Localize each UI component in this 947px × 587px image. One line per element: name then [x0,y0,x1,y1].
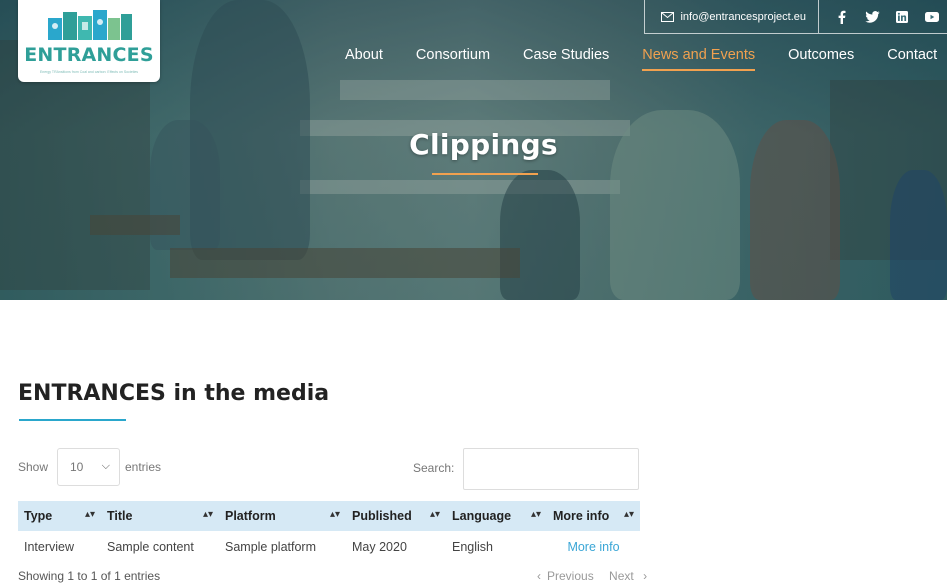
sort-icon: ▴▾ [329,509,340,520]
sort-icon: ▴▾ [202,509,213,520]
title-underline [432,173,538,175]
more-info-link[interactable]: More info [567,540,619,554]
table-info: Showing 1 to 1 of 1 entries [18,569,161,583]
sort-icon: ▴▾ [530,509,541,520]
search-input[interactable] [463,448,639,490]
cell-language: English [452,540,493,554]
nav-contact[interactable]: Contact [887,47,937,71]
top-bar: info@entrancesproject.eu [644,0,947,34]
column-header-language[interactable]: Language ▴▾ [446,501,547,531]
hero-banner: ENTRANCES Energy TRAnsitions from Coal a… [0,0,947,300]
pagination: ‹ Previous Next › [537,569,659,583]
nav-consortium[interactable]: Consortium [416,47,490,71]
media-table: Type ▴▾ Title ▴▾ Platform ▴▾ Published ▴▾ La… [18,501,640,563]
sort-icon: ▴▾ [429,509,440,520]
site-logo[interactable]: ENTRANCES Energy TRAnsitions from Coal a… [18,0,160,82]
table-row: Interview Sample content Sample platform… [18,531,640,563]
column-header-type[interactable]: Type ▴▾ [18,501,101,531]
social-links [819,0,947,33]
sort-icon: ▴▾ [84,509,95,520]
logo-buildings-icon [48,10,132,40]
nav-news-and-events[interactable]: News and Events [642,47,755,71]
twitter-icon[interactable] [857,0,887,33]
column-header-published[interactable]: Published ▴▾ [346,501,446,531]
main-nav: About Consortium Case Studies News and E… [345,47,947,71]
section-underline [19,419,126,421]
show-label: Show [18,460,49,474]
column-header-more-info[interactable]: More info ▴▾ [547,501,640,531]
email-text: info@entrancesproject.eu [680,10,806,23]
nav-case-studies[interactable]: Case Studies [523,47,609,71]
logo-text: ENTRANCES [24,44,154,66]
email-link[interactable]: info@entrancesproject.eu [645,0,819,33]
next-button[interactable]: Next › [609,569,653,583]
cell-published: May 2020 [352,540,407,554]
table-controls: Show 10 ⌵ entries Search: [18,448,640,490]
chevron-left-icon: ‹ [537,569,541,583]
logo-tagline: Energy TRAnsitions from Coal and carbon:… [39,70,139,74]
facebook-icon[interactable] [827,0,857,33]
cell-title: Sample content [107,540,194,554]
youtube-icon[interactable] [917,0,947,33]
cell-type: Interview [24,540,75,554]
previous-button[interactable]: ‹ Previous [537,569,600,583]
cell-platform: Sample platform [225,540,317,554]
nav-outcomes[interactable]: Outcomes [788,47,854,71]
page-title: Clippings [409,128,558,161]
search-label: Search: [413,461,455,475]
page-length-value: 10 [70,460,84,474]
page-length-select[interactable]: 10 ⌵ [57,448,120,486]
table-header-row: Type ▴▾ Title ▴▾ Platform ▴▾ Published ▴▾ La… [18,501,640,531]
sort-icon: ▴▾ [623,509,634,520]
column-header-platform[interactable]: Platform ▴▾ [219,501,346,531]
chevron-right-icon: › [643,569,648,583]
entries-label: entries [125,460,162,474]
chevron-down-icon: ⌵ [101,460,110,472]
column-header-title[interactable]: Title ▴▾ [101,501,219,531]
envelope-icon [661,11,675,22]
cell-more-info: More info [547,531,640,563]
nav-about[interactable]: About [345,47,383,71]
section-title: ENTRANCES in the media [18,381,330,406]
linkedin-icon[interactable] [887,0,917,33]
